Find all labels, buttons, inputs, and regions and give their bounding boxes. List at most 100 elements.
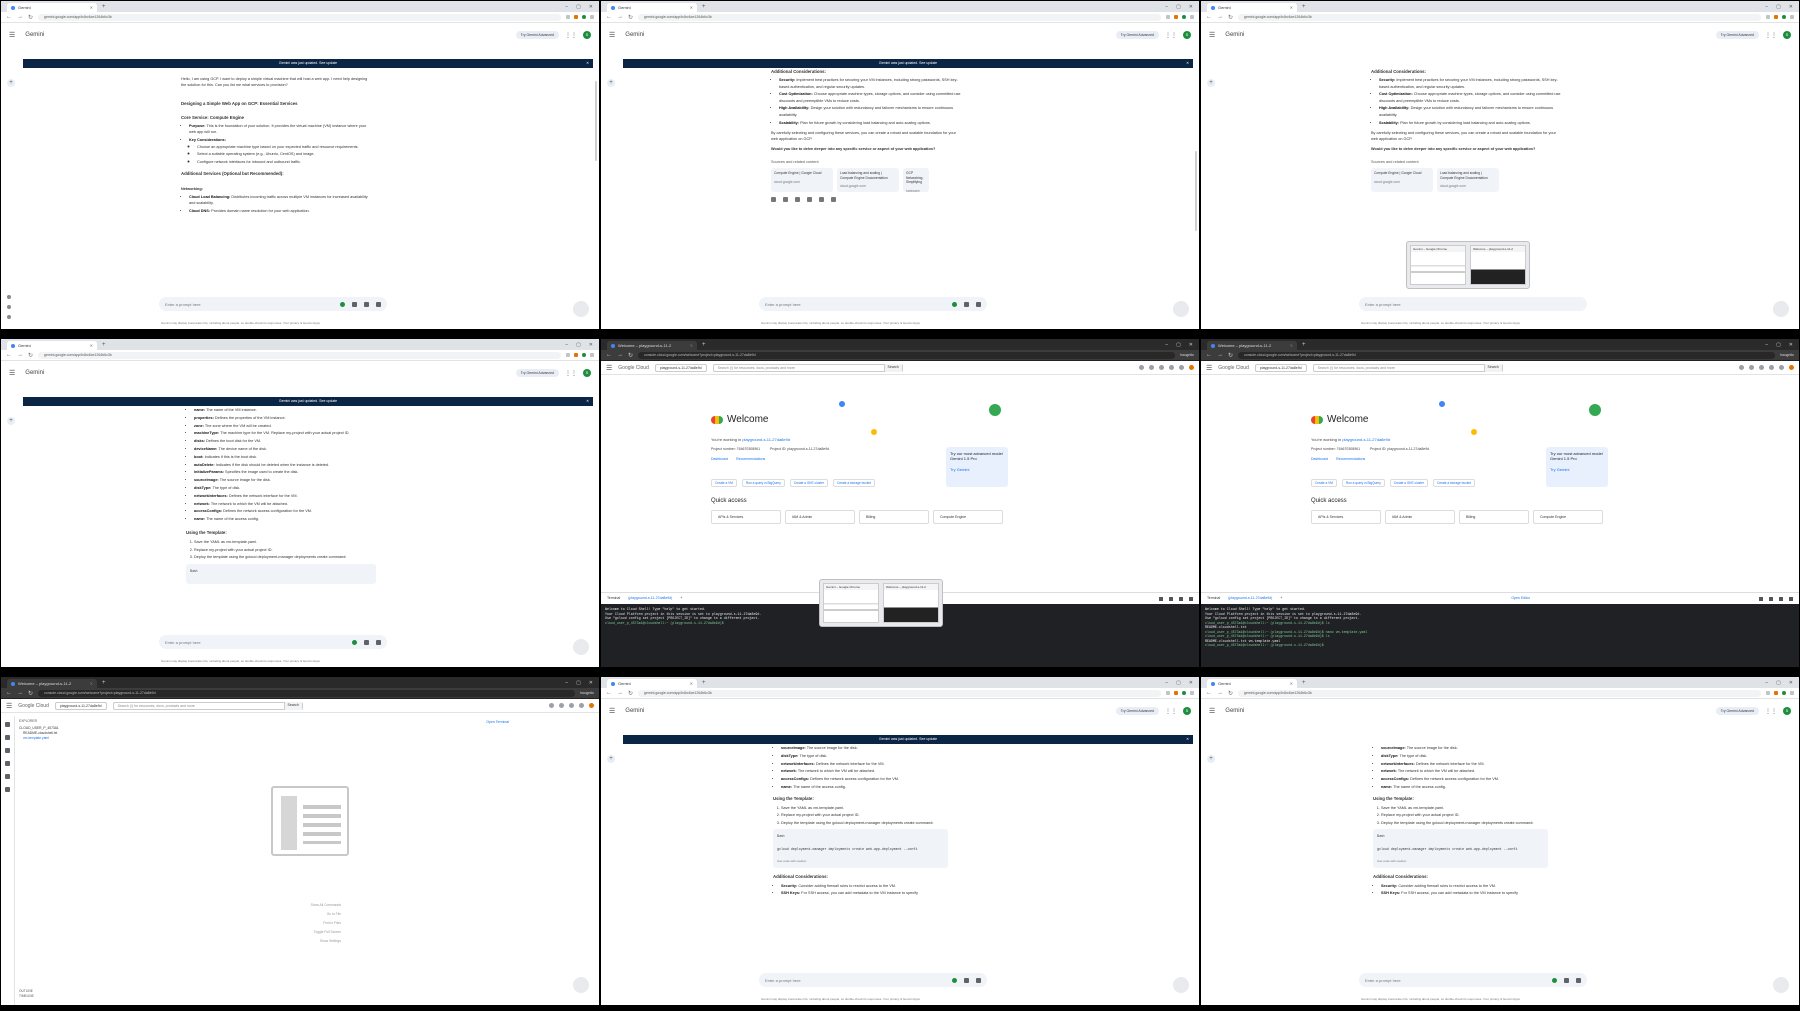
notifications-icon[interactable] — [1159, 365, 1164, 370]
new-chat-icon[interactable]: + — [7, 417, 15, 425]
extension-icon[interactable] — [1174, 691, 1178, 695]
gke-button[interactable]: Create a GKE cluster — [789, 479, 828, 487]
account-avatar[interactable] — [1189, 365, 1194, 370]
back-icon[interactable]: ← — [1206, 14, 1212, 20]
compute-card[interactable]: Compute Engine — [1533, 510, 1603, 524]
run-debug-icon[interactable] — [5, 761, 10, 766]
menu-icon[interactable] — [1790, 15, 1794, 19]
tab-cloud-welcome[interactable]: Welcome – playground-s-11-2 ✕ — [7, 679, 97, 688]
new-tab-button[interactable]: + — [1299, 3, 1309, 12]
new-tab-button[interactable]: + — [699, 341, 709, 350]
new-chat-icon[interactable]: + — [607, 755, 615, 763]
avatar[interactable]: S — [583, 369, 591, 377]
new-tab-button[interactable]: + — [699, 679, 709, 688]
notifications-icon[interactable] — [1759, 365, 1764, 370]
gem-icon[interactable] — [340, 301, 345, 307]
url-bar[interactable]: gemini.google.com/app/b4bc6ce1264b6c3b — [638, 689, 1161, 697]
avatar[interactable]: S — [1783, 707, 1791, 715]
search-icon[interactable] — [5, 735, 10, 740]
app-title[interactable]: Gemini — [625, 32, 644, 38]
close-banner-icon[interactable]: ✕ — [1186, 735, 1189, 744]
url-bar[interactable]: gemini.google.com/app/b4bc6ce1264b6c3b — [638, 13, 1161, 21]
back-icon[interactable]: ← — [6, 690, 12, 696]
gem-icon[interactable] — [352, 639, 357, 645]
new-chat-icon[interactable]: + — [1207, 79, 1215, 87]
gemini-fab[interactable] — [573, 977, 589, 993]
forward-icon[interactable]: → — [17, 352, 23, 358]
app-title[interactable]: Gemini — [25, 32, 44, 38]
extension-icon[interactable] — [1774, 15, 1778, 19]
hamburger-menu-icon[interactable]: ☰ — [609, 707, 615, 715]
close-tab-icon[interactable]: ✕ — [90, 343, 93, 348]
recommendations-link[interactable]: Recommendations — [1336, 457, 1365, 461]
apis-card[interactable]: APIs & Services — [1311, 510, 1381, 524]
iam-card[interactable]: IAM & Admin — [785, 510, 855, 524]
window-thumbnail-cloud[interactable]: Welcome – playground-s-11-2 — [1470, 245, 1526, 285]
terminal-output[interactable]: Welcome to Cloud Shell! Type "help" to g… — [1201, 604, 1799, 651]
minimize-icon[interactable]: – — [565, 342, 568, 348]
settings-icon[interactable] — [1168, 596, 1173, 601]
star-icon[interactable] — [1766, 15, 1770, 19]
minimize-panel-icon[interactable] — [1778, 596, 1783, 601]
new-tab-button[interactable]: + — [99, 3, 109, 12]
star-icon[interactable] — [566, 353, 570, 357]
url-bar[interactable]: console.cloud.google.com/welcome?project… — [38, 689, 575, 697]
bigquery-button[interactable]: Run a query in BigQuery — [1341, 479, 1385, 487]
maximize-icon[interactable]: ▢ — [1176, 342, 1181, 348]
nav-menu-icon[interactable]: ☰ — [606, 364, 612, 372]
prompt-input[interactable]: Enter a prompt here — [1359, 297, 1587, 311]
maximize-icon[interactable]: ▢ — [1776, 680, 1781, 686]
url-bar[interactable]: gemini.google.com/app/b4bc6ce1264b6c3b — [38, 13, 561, 21]
help-icon[interactable] — [1769, 365, 1774, 370]
close-tab-icon[interactable]: ✕ — [1290, 681, 1293, 686]
close-tab-icon[interactable]: ✕ — [90, 5, 93, 10]
image-upload-icon[interactable] — [964, 301, 969, 307]
search-input[interactable]: Search (/) for resources, docs, products… — [1312, 363, 1503, 372]
forward-icon[interactable]: → — [17, 14, 23, 20]
gemini-icon[interactable] — [1739, 365, 1744, 370]
cloud-shell-icon[interactable] — [559, 703, 564, 708]
close-tab-icon[interactable]: ✕ — [690, 343, 693, 348]
sources-label[interactable]: Sources and related content — [771, 159, 961, 165]
app-title[interactable]: Gemini — [1225, 32, 1244, 38]
url-bar[interactable]: gemini.google.com/app/b4bc6ce1264b6c3b — [1238, 13, 1761, 21]
close-window-icon[interactable]: ✕ — [589, 680, 593, 686]
reload-icon[interactable]: ↻ — [28, 14, 33, 21]
profile-icon[interactable] — [1182, 691, 1186, 695]
more-icon[interactable] — [1179, 365, 1184, 370]
star-icon[interactable] — [1166, 15, 1170, 19]
tab-gemini[interactable]: Gemini ✕ — [1207, 3, 1297, 12]
help-icon[interactable] — [1169, 365, 1174, 370]
forward-icon[interactable]: → — [1217, 14, 1223, 20]
minimize-icon[interactable]: – — [1765, 342, 1768, 348]
prompt-input[interactable]: Enter a prompt here — [159, 297, 387, 311]
avatar[interactable]: S — [1183, 707, 1191, 715]
new-chat-icon[interactable]: + — [7, 79, 15, 87]
close-window-icon[interactable]: ✕ — [589, 4, 593, 10]
close-panel-icon[interactable] — [1788, 596, 1793, 601]
account-avatar[interactable] — [1789, 365, 1794, 370]
scrollbar[interactable] — [1195, 151, 1197, 231]
profile-icon[interactable] — [1182, 15, 1186, 19]
create-vm-button[interactable]: Create a VM — [1311, 479, 1337, 487]
search-input[interactable]: Search (/) for resources, docs, products… — [112, 701, 303, 710]
settings-icon[interactable] — [1768, 596, 1773, 601]
scrollbar[interactable] — [595, 81, 597, 161]
reload-icon[interactable]: ↻ — [28, 352, 33, 359]
back-icon[interactable]: ← — [606, 352, 612, 358]
modify-icon[interactable] — [795, 197, 800, 203]
try-gemini-link[interactable]: Try Gemini — [1550, 467, 1604, 472]
minimize-icon[interactable]: – — [1765, 680, 1768, 686]
close-panel-icon[interactable] — [1188, 596, 1193, 601]
new-tab-button[interactable]: + — [699, 3, 709, 12]
mic-icon[interactable] — [364, 301, 369, 307]
close-window-icon[interactable]: ✕ — [1189, 342, 1193, 348]
more-icon[interactable] — [831, 197, 836, 203]
image-upload-icon[interactable] — [352, 301, 357, 307]
forward-icon[interactable]: → — [617, 14, 623, 20]
project-picker[interactable]: playground-s-11-27da8e9d — [654, 363, 707, 372]
file-vm-template[interactable]: vm-template.yaml — [19, 736, 103, 741]
open-terminal-button[interactable]: Open Terminal — [486, 720, 509, 724]
mic-icon[interactable] — [376, 639, 381, 645]
try-advanced-button[interactable]: Try Gemini Advanced — [1715, 707, 1759, 715]
